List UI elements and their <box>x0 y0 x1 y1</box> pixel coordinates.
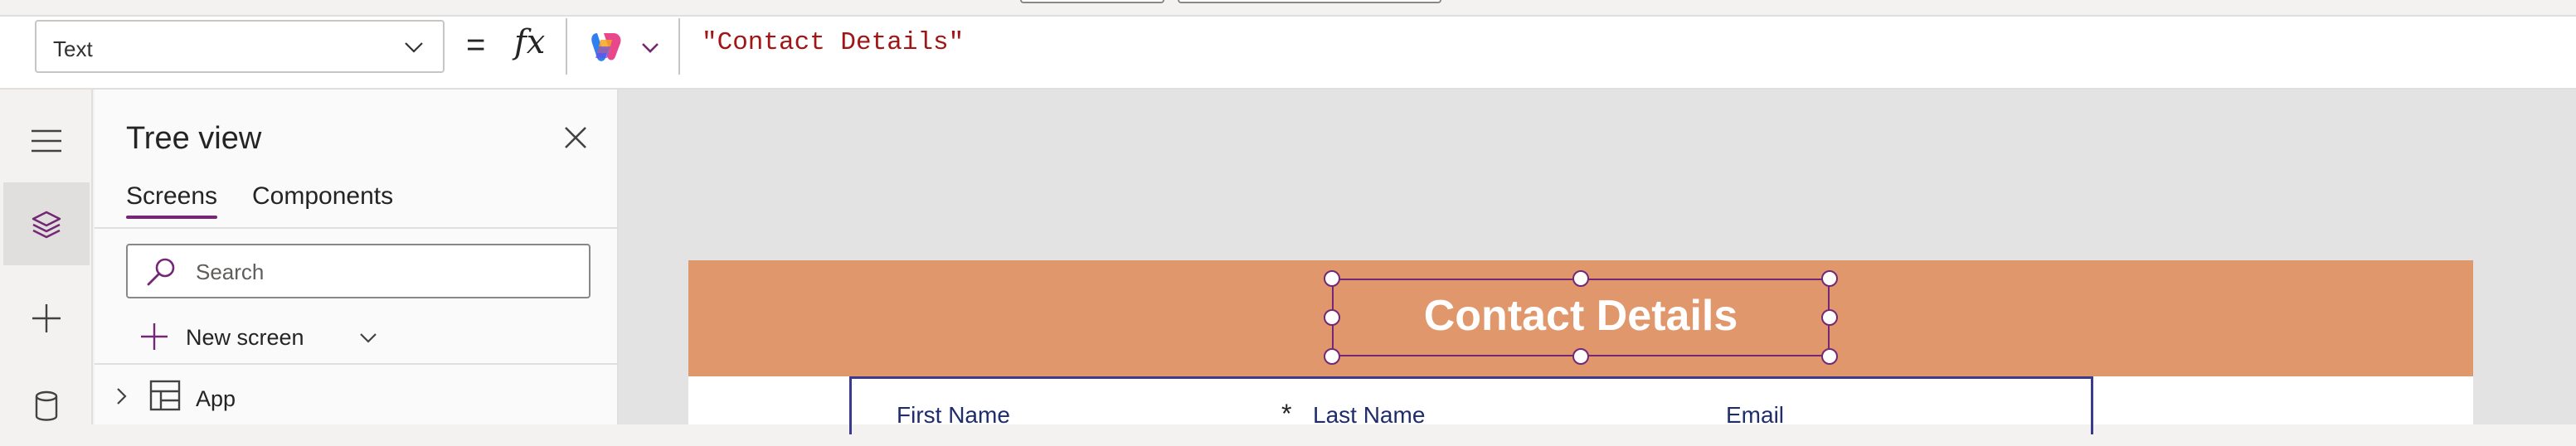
top-toolbar-strip <box>0 0 2576 17</box>
divider <box>95 363 619 365</box>
database-icon <box>35 390 58 421</box>
required-marker: * <box>1281 399 1292 429</box>
toolbar-button[interactable] <box>1178 0 1441 3</box>
panel-title: Tree view <box>126 121 262 156</box>
header-title-label[interactable]: Contact Details <box>1332 277 1830 355</box>
design-canvas: Contact Details First Name * Last Name E… <box>619 90 2576 434</box>
chevron-down-icon <box>360 333 377 343</box>
close-icon[interactable] <box>559 121 592 154</box>
app-screen: Contact Details First Name * Last Name E… <box>688 260 2473 434</box>
resize-handle[interactable] <box>1821 309 1838 326</box>
tree-view-panel: Tree view Screens Components New screen … <box>95 90 619 424</box>
property-dropdown[interactable]: Text <box>35 20 445 73</box>
formula-bar: Text = fx "Contact Details" <box>0 15 2576 90</box>
search-icon <box>147 258 175 286</box>
copilot-icon <box>591 33 621 61</box>
resize-handle[interactable] <box>1324 348 1340 365</box>
header-bar[interactable]: Contact Details <box>688 260 2473 376</box>
plus-icon <box>141 323 168 350</box>
insert-button[interactable] <box>3 277 90 360</box>
layers-icon <box>32 211 61 239</box>
property-value: Text <box>53 36 93 61</box>
new-screen-label: New screen <box>186 325 304 350</box>
left-navigation-rail <box>0 90 93 424</box>
resize-handle[interactable] <box>1821 348 1838 365</box>
field-label-first-name: First Name <box>897 402 1010 428</box>
chevron-down-icon <box>642 43 659 53</box>
tree-view-button[interactable] <box>3 182 90 265</box>
toolbar-button[interactable] <box>1020 0 1164 3</box>
data-button[interactable] <box>3 363 90 446</box>
field-label-email: Email <box>1726 402 1785 428</box>
resize-handle[interactable] <box>1324 270 1340 287</box>
copilot-button[interactable] <box>566 18 680 75</box>
tab-screens[interactable]: Screens <box>126 182 218 219</box>
resize-handle[interactable] <box>1572 348 1589 365</box>
equals-sign: = <box>466 27 486 63</box>
divider <box>95 227 619 229</box>
search-input[interactable] <box>194 255 562 288</box>
tab-components[interactable]: Components <box>252 182 393 211</box>
tree-node-app[interactable]: App <box>109 376 607 418</box>
plus-icon <box>32 304 61 332</box>
fx-icon: fx <box>514 23 546 61</box>
edit-form[interactable]: First Name * Last Name Email <box>849 376 2093 434</box>
field-label-last-name: Last Name <box>1313 402 1426 428</box>
hamburger-icon <box>32 129 61 153</box>
app-icon <box>149 380 181 411</box>
menu-button[interactable] <box>3 99 90 182</box>
formula-input[interactable]: "Contact Details" <box>702 28 964 57</box>
search-field[interactable] <box>126 244 591 298</box>
resize-handle[interactable] <box>1324 309 1340 326</box>
chevron-right-icon[interactable] <box>109 385 133 408</box>
resize-handle[interactable] <box>1821 270 1838 287</box>
chevron-down-icon <box>405 42 423 53</box>
tree-node-label: App <box>196 386 236 411</box>
resize-handle[interactable] <box>1572 270 1589 287</box>
